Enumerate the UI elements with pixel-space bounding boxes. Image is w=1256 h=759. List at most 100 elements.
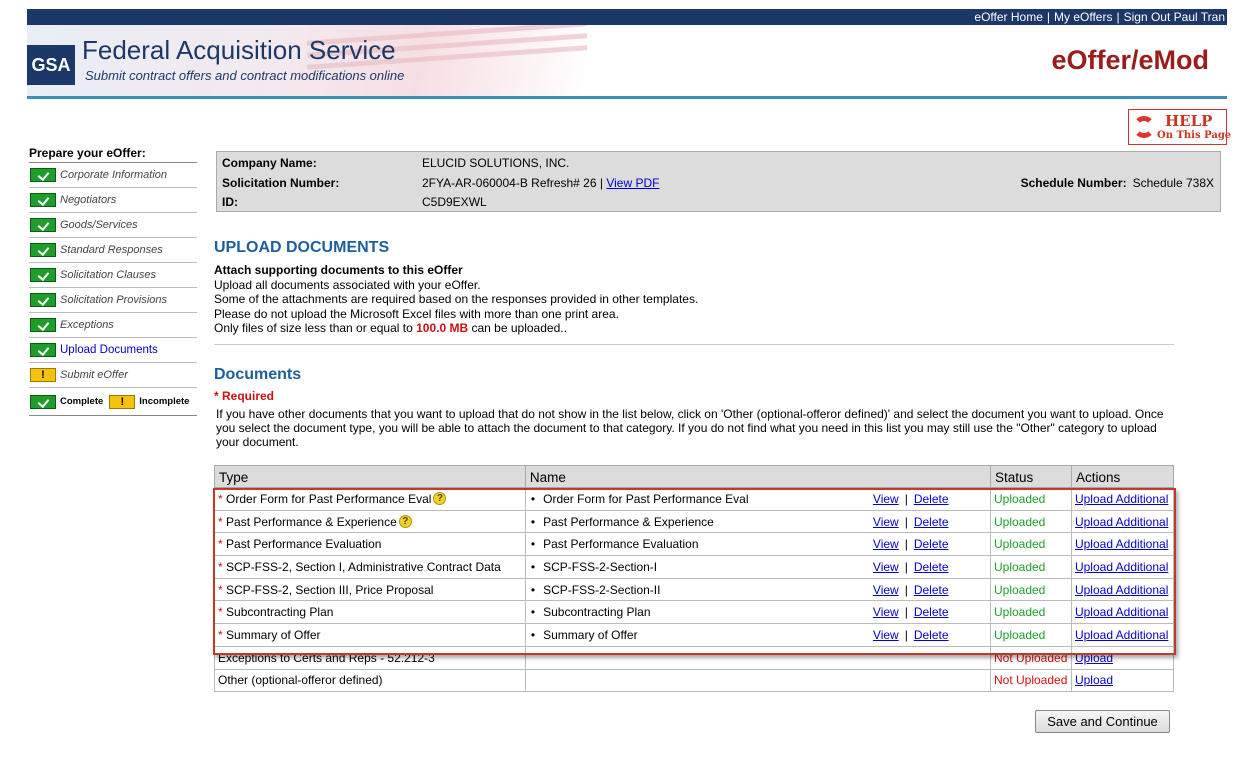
sidebar-title: Prepare your eOffer: bbox=[29, 146, 197, 163]
upload-action-link[interactable]: Upload Additional bbox=[1075, 583, 1168, 597]
progress-sidebar: Prepare your eOffer: Corporate Informati… bbox=[29, 146, 197, 416]
bullet: • bbox=[530, 491, 536, 506]
delete-link[interactable]: Delete bbox=[914, 515, 949, 529]
upload-status: Uploaded bbox=[993, 627, 1046, 642]
name-cell: • SCP-FSS-2-Section-II View | Delete bbox=[524, 577, 991, 602]
status-cell: Not Uploaded bbox=[989, 645, 1072, 670]
type-cell: Other (optional-offeror defined) bbox=[214, 668, 526, 693]
table-row: * SCP-FSS-2, Section I, Administrative C… bbox=[214, 555, 1175, 579]
section-divider bbox=[214, 344, 1174, 345]
site-header: GSA Federal Acquisition Service Submit c… bbox=[27, 25, 1227, 97]
id-value: C5D9EXWL bbox=[422, 195, 487, 209]
sidebar-item-corporate-information[interactable]: Corporate Information bbox=[29, 163, 197, 188]
table-row: Other (optional-offeror defined) Not Uplo… bbox=[214, 668, 1175, 693]
table-header-row: Type Name Status Actions bbox=[214, 465, 1175, 488]
view-delete-links: View | Delete bbox=[873, 628, 949, 642]
help-on-this-page-button[interactable]: HELP On This Page bbox=[1128, 109, 1231, 145]
document-name: Summary of Offer bbox=[543, 627, 638, 642]
sidebar-item-label: Exceptions bbox=[60, 319, 114, 331]
nav-sign-out[interactable]: Sign Out Paul Tran bbox=[1124, 10, 1225, 24]
size-limit-suffix: can be uploaded.. bbox=[471, 321, 567, 335]
upload-action-link[interactable]: Upload Additional bbox=[1075, 537, 1168, 551]
view-link[interactable]: View bbox=[873, 537, 899, 551]
lifebuoy-icon bbox=[1133, 116, 1155, 138]
save-and-continue-button[interactable]: Save and Continue bbox=[1035, 710, 1170, 733]
page-title: UPLOAD DOCUMENTS bbox=[214, 239, 390, 256]
delete-link[interactable]: Delete bbox=[914, 628, 949, 642]
instruction-line: Some of the attachments are required bas… bbox=[214, 292, 699, 306]
complete-check-icon bbox=[30, 218, 56, 232]
nav-my-eoffers[interactable]: My eOffers bbox=[1054, 10, 1112, 24]
view-pdf-link[interactable]: View PDF bbox=[606, 176, 659, 190]
actions-cell: Upload Additional bbox=[1070, 623, 1175, 647]
help-question-icon[interactable]: ? bbox=[433, 491, 447, 505]
type-cell: * Order Form for Past Performance Eval? bbox=[214, 487, 526, 511]
status-cell: Uploaded bbox=[989, 487, 1072, 511]
delete-link[interactable]: Delete bbox=[914, 583, 949, 597]
sidebar-item-exceptions[interactable]: Exceptions bbox=[29, 313, 197, 338]
view-delete-links: View | Delete bbox=[873, 537, 949, 551]
delete-link[interactable]: Delete bbox=[914, 605, 949, 619]
bullet: • bbox=[530, 582, 536, 597]
upload-status: Uploaded bbox=[993, 559, 1046, 574]
view-link[interactable]: View bbox=[873, 515, 899, 529]
upload-action-link[interactable]: Upload Additional bbox=[1075, 628, 1168, 642]
upload-status: Uploaded bbox=[993, 514, 1046, 529]
sidebar-item-standard-responses[interactable]: Standard Responses bbox=[29, 238, 197, 263]
sidebar-item-submit-eoffer[interactable]: ! Submit eOffer bbox=[29, 363, 197, 388]
required-marker: * bbox=[218, 559, 223, 574]
upload-status: Uploaded bbox=[993, 491, 1046, 506]
bullet: • bbox=[530, 514, 536, 529]
column-header-name: Name bbox=[524, 465, 991, 488]
upload-action-link[interactable]: Upload bbox=[1075, 651, 1113, 665]
sidebar-item-negotiators[interactable]: Negotiators bbox=[29, 188, 197, 213]
sidebar-item-label: Goods/Services bbox=[60, 219, 138, 231]
view-link[interactable]: View bbox=[873, 628, 899, 642]
delete-link[interactable]: Delete bbox=[914, 560, 949, 574]
view-link[interactable]: View bbox=[873, 605, 899, 619]
sidebar-item-solicitation-clauses[interactable]: Solicitation Clauses bbox=[29, 263, 197, 288]
upload-action-link[interactable]: Upload Additional bbox=[1075, 560, 1168, 574]
legend-incomplete-label: Incomplete bbox=[139, 396, 190, 407]
nav-eoffer-home[interactable]: eOffer Home bbox=[974, 10, 1042, 24]
document-name: Subcontracting Plan bbox=[543, 605, 651, 620]
upload-action-link[interactable]: Upload Additional bbox=[1075, 492, 1168, 506]
schedule-number-value: Schedule 738X bbox=[1132, 176, 1214, 190]
upload-status: Not Uploaded bbox=[993, 673, 1068, 688]
table-row: * Summary of Offer • Summary of Offer View |… bbox=[214, 623, 1175, 647]
sidebar-item-goods-services[interactable]: Goods/Services bbox=[29, 213, 197, 238]
type-cell: * Past Performance Evaluation bbox=[214, 532, 526, 557]
schedule-number-label: Schedule Number: bbox=[1020, 176, 1127, 190]
type-cell: Exceptions to Certs and Reps - 52.212-3 bbox=[214, 645, 526, 670]
upload-action-link[interactable]: Upload Additional bbox=[1075, 515, 1168, 529]
bullet: • bbox=[530, 537, 536, 552]
view-link[interactable]: View bbox=[873, 583, 899, 597]
upload-status: Not Uploaded bbox=[993, 650, 1068, 665]
document-type: Subcontracting Plan bbox=[226, 605, 334, 620]
header-divider bbox=[27, 96, 1227, 99]
view-link[interactable]: View bbox=[873, 560, 899, 574]
status-cell: Uploaded bbox=[989, 600, 1072, 625]
delete-link[interactable]: Delete bbox=[914, 537, 949, 551]
view-delete-links: View | Delete bbox=[873, 583, 949, 597]
complete-check-icon bbox=[30, 193, 56, 207]
sidebar-item-solicitation-provisions[interactable]: Solicitation Provisions bbox=[29, 288, 197, 313]
link-separator: | bbox=[904, 628, 908, 643]
upload-status: Uploaded bbox=[993, 537, 1046, 552]
table-row: Exceptions to Certs and Reps - 52.212-3 N… bbox=[214, 645, 1175, 670]
help-question-icon[interactable]: ? bbox=[398, 514, 412, 528]
sidebar-item-label: Submit eOffer bbox=[60, 369, 128, 381]
solicitation-number-value: 2FYA-AR-060004-B Refresh# 26 | bbox=[422, 176, 603, 190]
complete-check-icon bbox=[30, 168, 56, 182]
view-delete-links: View | Delete bbox=[873, 605, 949, 619]
nav-separator: | bbox=[1116, 10, 1120, 24]
solicitation-number-label: Solicitation Number: bbox=[222, 176, 340, 190]
upload-action-link[interactable]: Upload bbox=[1075, 673, 1113, 687]
view-link[interactable]: View bbox=[873, 492, 899, 506]
status-cell: Uploaded bbox=[989, 623, 1072, 647]
sidebar-item-upload-documents[interactable]: Upload Documents bbox=[29, 338, 197, 363]
document-type: Summary of Offer bbox=[226, 627, 321, 642]
document-name: SCP-FSS-2-Section-I bbox=[543, 559, 658, 574]
upload-action-link[interactable]: Upload Additional bbox=[1075, 605, 1168, 619]
delete-link[interactable]: Delete bbox=[914, 492, 949, 506]
